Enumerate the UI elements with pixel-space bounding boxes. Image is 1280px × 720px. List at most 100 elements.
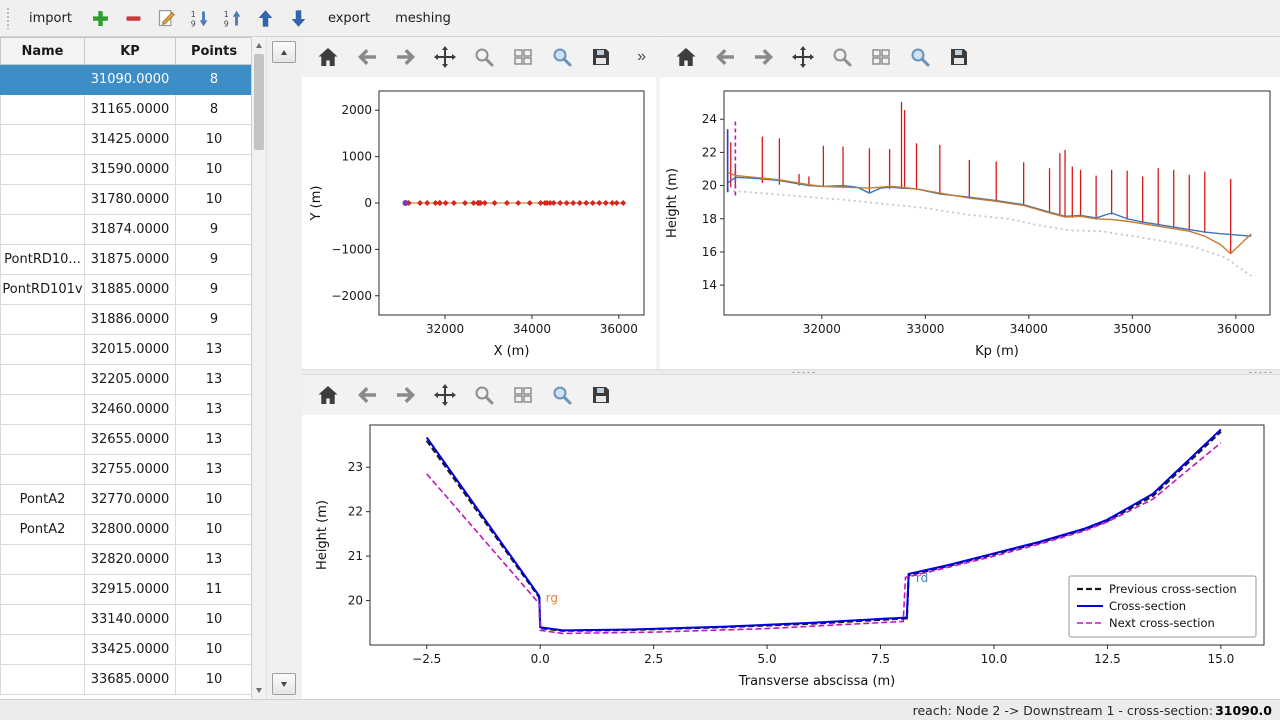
toolbar-grip[interactable]: [6, 7, 11, 29]
cell-name[interactable]: [1, 65, 85, 95]
cell-name[interactable]: [1, 335, 85, 365]
forward-button[interactable]: [390, 41, 422, 73]
plot-cross[interactable]: −2.50.02.55.07.510.012.515.020212223Tran…: [302, 415, 1280, 699]
horizontal-splitter[interactable]: [302, 369, 1280, 375]
table-row[interactable]: 32015.000013: [1, 335, 253, 365]
back-button[interactable]: [351, 379, 383, 411]
forward-button[interactable]: [390, 379, 422, 411]
forward-button[interactable]: [748, 41, 780, 73]
zoom-button[interactable]: [468, 379, 500, 411]
cell-name[interactable]: [1, 605, 85, 635]
table-row[interactable]: 33140.000010: [1, 605, 253, 635]
cell-kp[interactable]: 31886.0000: [85, 305, 176, 335]
splitter-handle-dots[interactable]: [791, 371, 817, 374]
move-up-button[interactable]: [251, 4, 281, 32]
table-row[interactable]: PontRD10...31875.00009: [1, 245, 253, 275]
cell-points[interactable]: 13: [176, 395, 253, 425]
cell-kp[interactable]: 31165.0000: [85, 95, 176, 125]
cell-points[interactable]: 10: [176, 485, 253, 515]
cell-name[interactable]: [1, 155, 85, 185]
cell-points[interactable]: 13: [176, 335, 253, 365]
table-scrollbar[interactable]: [252, 37, 267, 699]
back-button[interactable]: [709, 41, 741, 73]
cell-points[interactable]: 9: [176, 305, 253, 335]
table-row[interactable]: PontRD101v31885.00009: [1, 275, 253, 305]
cell-kp[interactable]: 32820.0000: [85, 545, 176, 575]
cell-name[interactable]: PontA2: [1, 485, 85, 515]
cell-name[interactable]: PontA2: [1, 515, 85, 545]
sort-descending-button[interactable]: 19: [218, 4, 248, 32]
table-row[interactable]: 31874.00009: [1, 215, 253, 245]
table-row[interactable]: 33685.000010: [1, 665, 253, 695]
cell-kp[interactable]: 31590.0000: [85, 155, 176, 185]
customize-button[interactable]: [546, 41, 578, 73]
table-row[interactable]: 32755.000013: [1, 455, 253, 485]
column-header-name[interactable]: Name: [1, 38, 85, 65]
cell-kp[interactable]: 32770.0000: [85, 485, 176, 515]
cell-kp[interactable]: 32205.0000: [85, 365, 176, 395]
cell-points[interactable]: 13: [176, 545, 253, 575]
cell-points[interactable]: 8: [176, 95, 253, 125]
cell-name[interactable]: [1, 365, 85, 395]
cell-name[interactable]: PontRD10...: [1, 245, 85, 275]
cell-kp[interactable]: 31875.0000: [85, 245, 176, 275]
export-button[interactable]: export: [317, 4, 381, 32]
cell-kp[interactable]: 32800.0000: [85, 515, 176, 545]
scrollbar-down-arrow[interactable]: [252, 684, 266, 697]
column-header-kp[interactable]: KP: [85, 38, 176, 65]
plot-profile[interactable]: 3200033000340003500036000141618202224Kp …: [660, 77, 1280, 369]
cell-kp[interactable]: 32015.0000: [85, 335, 176, 365]
cell-kp[interactable]: 32915.0000: [85, 575, 176, 605]
table-row[interactable]: 32655.000013: [1, 425, 253, 455]
scroll-up-button[interactable]: [272, 41, 296, 63]
table-row[interactable]: 32205.000013: [1, 365, 253, 395]
zoom-button[interactable]: [468, 41, 500, 73]
edit-cross-section-button[interactable]: [152, 4, 182, 32]
cell-points[interactable]: 10: [176, 155, 253, 185]
plot-plan[interactable]: 320003400036000−2000−1000010002000X (m)Y…: [302, 77, 656, 369]
cell-name[interactable]: [1, 395, 85, 425]
cell-name[interactable]: [1, 665, 85, 695]
cell-points[interactable]: 13: [176, 425, 253, 455]
toolbar-overflow-button[interactable]: »: [637, 48, 646, 66]
cell-kp[interactable]: 33685.0000: [85, 665, 176, 695]
pan-button[interactable]: [787, 41, 819, 73]
cell-points[interactable]: 9: [176, 215, 253, 245]
cell-name[interactable]: [1, 305, 85, 335]
pan-button[interactable]: [429, 379, 461, 411]
cell-points[interactable]: 10: [176, 635, 253, 665]
table-row[interactable]: 31886.00009: [1, 305, 253, 335]
cell-kp[interactable]: 33140.0000: [85, 605, 176, 635]
cell-name[interactable]: PontRD101v: [1, 275, 85, 305]
cell-points[interactable]: 10: [176, 125, 253, 155]
cell-kp[interactable]: 31090.0000: [85, 65, 176, 95]
home-button[interactable]: [312, 41, 344, 73]
table-row[interactable]: 31780.000010: [1, 185, 253, 215]
cell-points[interactable]: 10: [176, 665, 253, 695]
cross-sections-table[interactable]: NameKPPoints 31090.0000831165.0000831425…: [0, 37, 252, 699]
column-header-points[interactable]: Points: [176, 38, 253, 65]
cell-kp[interactable]: 31780.0000: [85, 185, 176, 215]
sort-ascending-button[interactable]: 19: [185, 4, 215, 32]
cell-name[interactable]: [1, 635, 85, 665]
home-button[interactable]: [312, 379, 344, 411]
cell-kp[interactable]: 31885.0000: [85, 275, 176, 305]
cell-name[interactable]: [1, 125, 85, 155]
table-row[interactable]: 31590.000010: [1, 155, 253, 185]
subplots-button[interactable]: [507, 41, 539, 73]
table-row[interactable]: 32460.000013: [1, 395, 253, 425]
cell-points[interactable]: 9: [176, 275, 253, 305]
cell-points[interactable]: 8: [176, 65, 253, 95]
cell-kp[interactable]: 32460.0000: [85, 395, 176, 425]
table-row[interactable]: 31425.000010: [1, 125, 253, 155]
import-button[interactable]: import: [18, 4, 83, 32]
cell-name[interactable]: [1, 455, 85, 485]
customize-button[interactable]: [904, 41, 936, 73]
cell-name[interactable]: [1, 185, 85, 215]
cell-kp[interactable]: 33425.0000: [85, 635, 176, 665]
customize-button[interactable]: [546, 379, 578, 411]
save-button[interactable]: [585, 41, 617, 73]
table-row[interactable]: 31090.00008: [1, 65, 253, 95]
cell-name[interactable]: [1, 425, 85, 455]
cell-points[interactable]: 10: [176, 515, 253, 545]
